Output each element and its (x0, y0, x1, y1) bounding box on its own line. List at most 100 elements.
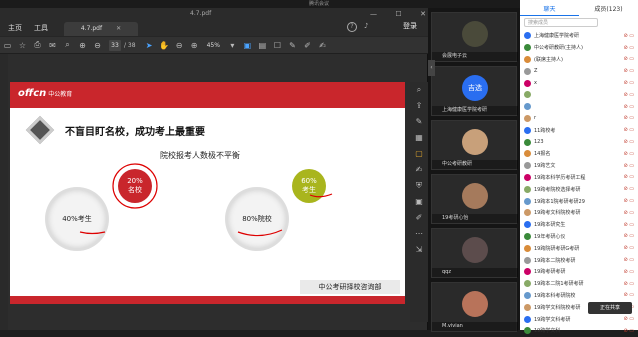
participant-tile[interactable]: 吉选 上海健康医学院考研 (431, 66, 518, 116)
member-row[interactable]: 中公考研教研(主持人) ⊘ ▭ (520, 42, 638, 54)
scroll-mode-icon[interactable]: ▤ (255, 41, 270, 50)
member-row[interactable]: 19跨院研考研G考研 ⊘ ▭ (520, 242, 638, 254)
save-icon[interactable]: ▭ (0, 41, 15, 50)
member-row[interactable]: 19跨本科考研院校 ⊘ ▭ (520, 290, 638, 302)
tab-document[interactable]: 4.7.pdf ✕ (64, 22, 138, 36)
member-row[interactable]: 19跨本科学历考研工程 ⊘ ▭ (520, 172, 638, 184)
member-row[interactable]: 19跨学文科考研 ⊘ ▭ (520, 313, 638, 325)
member-row[interactable]: Z ⊘ ▭ (520, 65, 638, 77)
login-button[interactable]: 登录 (403, 21, 417, 31)
member-row[interactable]: 123 ⊘ ▭ (520, 136, 638, 148)
tab-members[interactable]: 成员(123) (579, 4, 638, 16)
member-row[interactable]: r ⊘ ▭ (520, 113, 638, 125)
export-icon[interactable]: ⇪ (416, 98, 423, 114)
mic-muted-icon[interactable]: ⊘ ▭ (623, 269, 634, 275)
fill-sign-icon[interactable]: ✍ (416, 162, 423, 178)
search-icon[interactable]: ⌕ (60, 40, 75, 50)
highlight-icon[interactable]: ✎ (285, 41, 300, 50)
member-row[interactable]: ⊘ ▭ (520, 101, 638, 113)
zoom-select[interactable]: 45% (207, 42, 220, 49)
mic-muted-icon[interactable]: ⊘ ▭ (623, 328, 634, 334)
pointer-icon[interactable]: ➤ (142, 41, 157, 50)
member-row[interactable]: x ⊘ ▭ (520, 77, 638, 89)
bell-icon[interactable]: ♪ (364, 22, 368, 30)
close-icon[interactable]: ✕ (420, 10, 426, 18)
compress-icon[interactable]: ▣ (415, 194, 423, 210)
member-row[interactable]: 19跨考院校选择考研 ⊘ ▭ (520, 183, 638, 195)
tab-chat[interactable]: 聊天 (520, 4, 579, 16)
mic-muted-icon[interactable]: ⊘ ▭ (623, 33, 634, 39)
mic-muted-icon[interactable]: ⊘ ▭ (623, 127, 634, 133)
fit-page-icon[interactable]: ▣ (240, 41, 255, 50)
member-row[interactable]: 19跨本研究生 ⊘ ▭ (520, 219, 638, 231)
mic-muted-icon[interactable]: ⊘ ▭ (623, 163, 634, 169)
member-row[interactable]: 19跨本二院校考研 ⊘ ▭ (520, 254, 638, 266)
stamp-icon[interactable]: ✐ (416, 210, 423, 226)
mic-muted-icon[interactable]: ⊘ ▭ (623, 80, 634, 86)
member-row[interactable]: 19跨本1院考研考研29 ⊘ ▭ (520, 195, 638, 207)
more-tools-icon[interactable]: ⋯ (415, 226, 423, 242)
member-row[interactable]: 19跨学文科 ⊘ ▭ (520, 325, 638, 337)
member-row[interactable]: 19跨考研考研 ⊘ ▭ (520, 266, 638, 278)
help-icon[interactable]: ? (347, 22, 357, 32)
mic-muted-icon[interactable]: ⊘ ▭ (623, 151, 634, 157)
participant-tile[interactable]: M.vivian (431, 282, 518, 332)
mic-muted-icon[interactable]: ⊘ ▭ (623, 281, 634, 287)
page-number-input[interactable]: 33 (109, 39, 121, 51)
star-icon[interactable]: ☆ (15, 41, 30, 50)
zoom-icon[interactable]: ⌕ (417, 82, 421, 98)
mic-muted-icon[interactable]: ⊘ ▭ (623, 233, 634, 239)
member-row[interactable]: (联席主持人) ⊘ ▭ (520, 54, 638, 66)
mic-muted-icon[interactable]: ⊘ ▭ (623, 210, 634, 216)
participant-tile[interactable]: 中公考研教研 (431, 120, 518, 170)
member-row[interactable]: 14报名 ⊘ ▭ (520, 148, 638, 160)
collapse-panel-button[interactable]: ‹ (428, 60, 435, 76)
organize-icon[interactable]: ▦ (415, 130, 423, 146)
chevron-down-icon[interactable]: ▾ (225, 41, 240, 50)
mic-muted-icon[interactable]: ⊘ ▭ (623, 104, 634, 110)
comment-icon[interactable]: ☐ (270, 41, 285, 50)
mic-muted-icon[interactable]: ⊘ ▭ (623, 222, 634, 228)
minimize-icon[interactable]: — (370, 10, 377, 18)
mic-muted-icon[interactable]: ⊘ ▭ (623, 292, 634, 298)
prev-page-icon[interactable]: ⊕ (75, 41, 90, 50)
member-search-input[interactable]: 搜索成员 (524, 18, 598, 27)
mic-muted-icon[interactable]: ⊘ ▭ (623, 257, 634, 263)
print-icon[interactable]: ⎙ (30, 40, 45, 50)
member-row[interactable]: ⊘ ▭ (520, 89, 638, 101)
mic-muted-icon[interactable]: ⊘ ▭ (623, 68, 634, 74)
next-page-icon[interactable]: ⊖ (90, 41, 105, 50)
mic-muted-icon[interactable]: ⊘ ▭ (623, 198, 634, 204)
mic-muted-icon[interactable]: ⊘ ▭ (623, 245, 634, 251)
mic-muted-icon[interactable]: ⊘ ▭ (623, 92, 634, 98)
member-row[interactable]: 11跨校考 ⊘ ▭ (520, 124, 638, 136)
zoom-in-icon[interactable]: ⊕ (187, 41, 202, 50)
hand-icon[interactable]: ✋ (157, 41, 172, 50)
scan-icon[interactable]: ⇲ (416, 242, 423, 258)
member-row[interactable]: 上海健康医学院考研 ⊘ ▭ (520, 30, 638, 42)
protect-icon[interactable]: ⛨ (416, 178, 422, 194)
participant-tile[interactable]: 19考研心怡 (431, 174, 518, 224)
floating-share-button[interactable]: 正在共享 (588, 302, 632, 314)
close-icon[interactable]: ✕ (116, 25, 121, 32)
menu-tools[interactable]: 工具 (34, 23, 48, 33)
mic-muted-icon[interactable]: ⊘ ▭ (623, 186, 634, 192)
mic-muted-icon[interactable]: ⊘ ▭ (623, 45, 634, 51)
edit-icon[interactable]: ✎ (416, 114, 423, 130)
member-row[interactable]: 19年考研心仪 ⊘ ▭ (520, 231, 638, 243)
mail-icon[interactable]: ✉ (45, 41, 60, 50)
mic-muted-icon[interactable]: ⊘ ▭ (623, 56, 634, 62)
comment-tool-icon[interactable]: ▢ (415, 146, 423, 162)
sign-icon[interactable]: ✍ (315, 41, 330, 50)
mic-muted-icon[interactable]: ⊘ ▭ (623, 316, 634, 322)
mic-muted-icon[interactable]: ⊘ ▭ (623, 174, 634, 180)
participant-tile[interactable]: qqz (431, 228, 518, 278)
menu-home[interactable]: 主页 (8, 23, 22, 33)
mic-muted-icon[interactable]: ⊘ ▭ (623, 115, 634, 121)
maximize-icon[interactable]: ☐ (395, 10, 401, 18)
member-row[interactable]: 19跨艺文 ⊘ ▭ (520, 160, 638, 172)
member-row[interactable]: 19跨考文科院校考研 ⊘ ▭ (520, 207, 638, 219)
pen-icon[interactable]: ✐ (300, 41, 315, 50)
participant-tile[interactable]: 会展电子云 (431, 12, 518, 62)
member-row[interactable]: 19跨本二院1考研考研 ⊘ ▭ (520, 278, 638, 290)
